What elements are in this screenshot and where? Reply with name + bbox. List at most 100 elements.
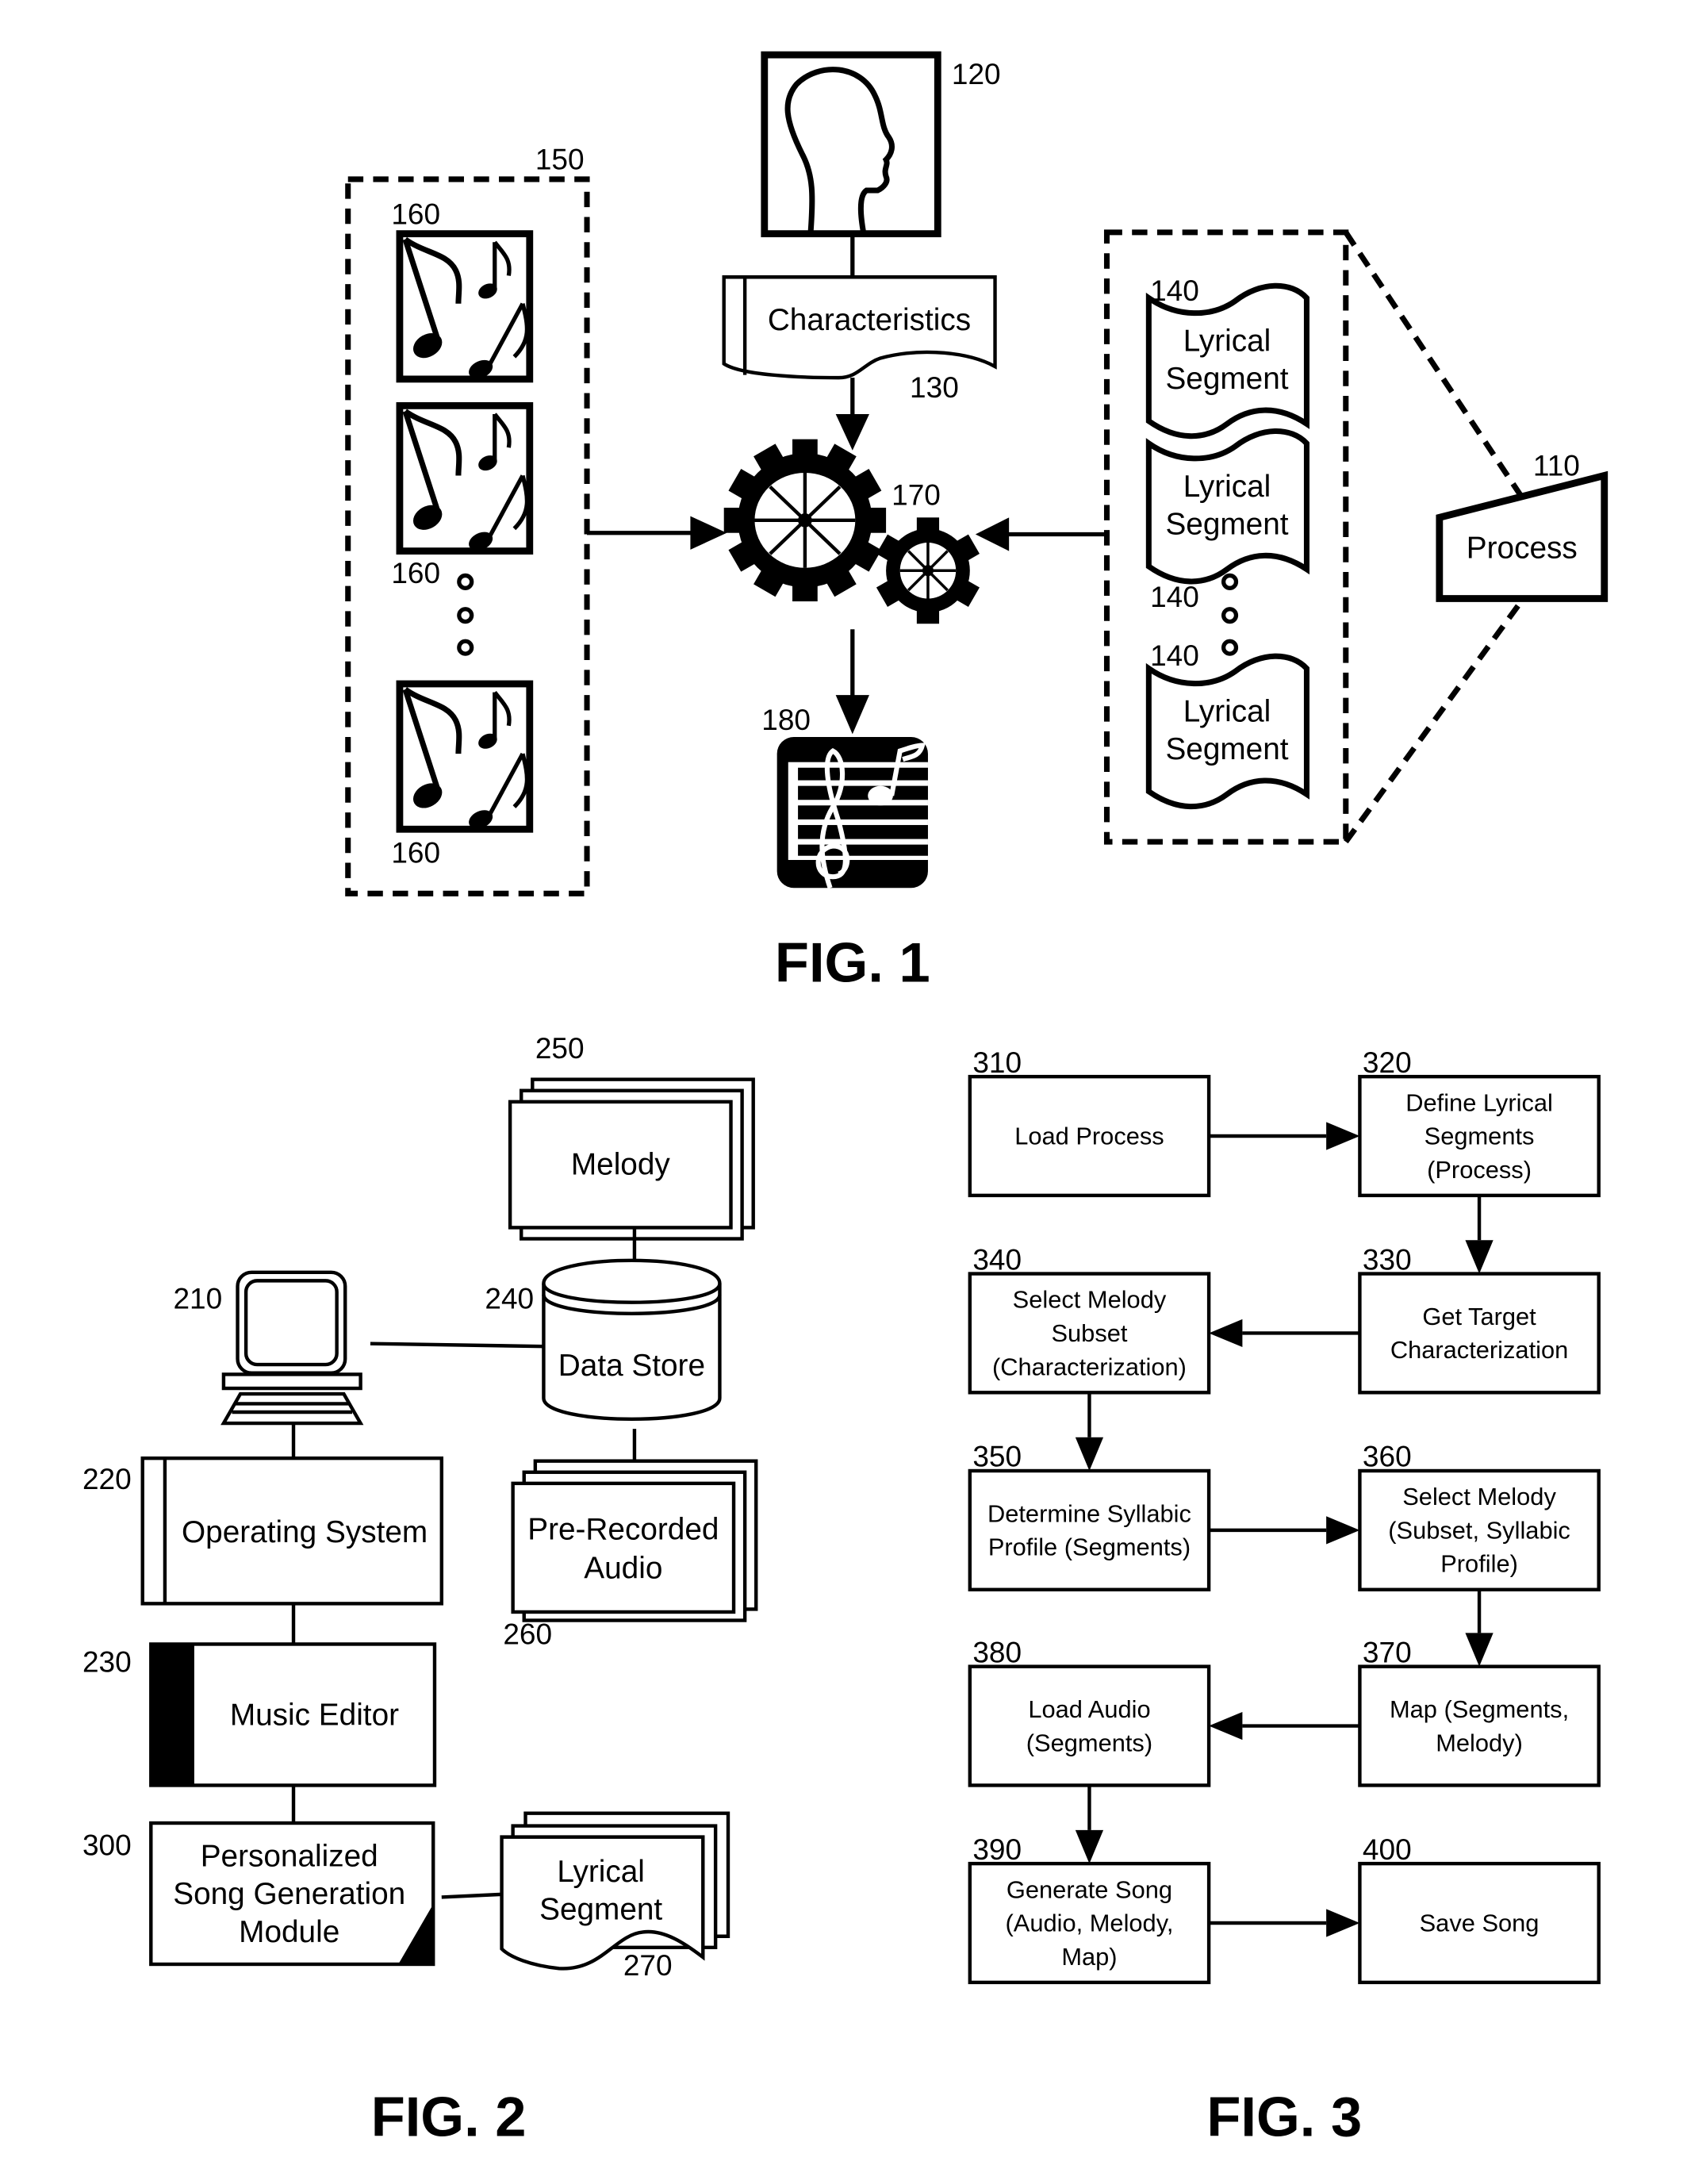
arrow-melodies-to-engine xyxy=(690,516,727,550)
melody-item xyxy=(396,401,534,554)
lyrical-segment-item: Lyrical Segment xyxy=(1148,431,1306,581)
figure-1: 120 Characteristics 130 150 160 160 160 … xyxy=(345,51,1609,993)
lyrical-collection: Lyrical Segment 140 Lyrical Segment 140 … xyxy=(1103,229,1349,845)
operating-system-label: Operating System xyxy=(182,1515,428,1549)
flow-arrow xyxy=(1209,1909,1360,1937)
computer-icon xyxy=(220,1270,364,1426)
ref-360: 360 xyxy=(1363,1441,1412,1473)
music-editor-label: Music Editor xyxy=(230,1698,399,1733)
fig2-caption: FIG. 2 xyxy=(371,2086,527,2148)
flow-arrow xyxy=(1075,1392,1104,1471)
ref-230: 230 xyxy=(82,1646,132,1679)
ref-370: 370 xyxy=(1363,1636,1412,1668)
person-node: 120 xyxy=(761,51,1001,238)
ellipsis-dots xyxy=(457,573,474,656)
music-editor-node: Music Editor xyxy=(149,1642,437,1787)
flow-step-label: Select Melody xyxy=(1013,1286,1167,1314)
ref-160: 160 xyxy=(391,837,440,869)
flow-step-label: Load Process xyxy=(1014,1123,1164,1150)
data-store-label: Data Store xyxy=(558,1349,705,1383)
flow-step-box xyxy=(1358,1272,1601,1395)
lyrical-segment-item: Lyrical Segment xyxy=(1148,286,1306,436)
lyrical-segment-item: Lyrical Segment xyxy=(1148,656,1306,806)
flow-step-label: Profile) xyxy=(1440,1550,1518,1578)
flow-arrow xyxy=(1209,1318,1360,1348)
flow-step-label: Profile (Segments) xyxy=(988,1533,1191,1561)
flow-arrow xyxy=(1209,1711,1360,1741)
characteristics-node: Characteristics 130 xyxy=(722,275,997,404)
ref-240: 240 xyxy=(485,1283,534,1315)
melody-item xyxy=(396,230,534,382)
ref-140: 140 xyxy=(1150,639,1199,672)
flow-step-label: (Characterization) xyxy=(992,1353,1187,1380)
lyrical-segment-label-1: Lyrical xyxy=(557,1855,645,1889)
melody-label: Melody xyxy=(571,1147,671,1181)
ref-400: 400 xyxy=(1363,1833,1412,1866)
flow-step-label: (Subset, Syllabic xyxy=(1388,1516,1570,1544)
ellipsis-dots xyxy=(1221,573,1239,656)
flow-step-360: 360 Select Melody (Subset, Syllabic Profile… xyxy=(1358,1441,1601,1591)
data-store-cylinder: Data Store xyxy=(542,1258,722,1422)
flow-step-label: Get Target xyxy=(1422,1303,1536,1330)
flow-step-label: Generate Song xyxy=(1007,1875,1172,1903)
sheet-music-icon xyxy=(776,736,928,889)
person-frame xyxy=(761,51,941,238)
flow-step-380: 380Load Audio (Segments) xyxy=(968,1636,1211,1787)
melody-stack: Melody xyxy=(508,1080,753,1239)
arrow-lyrics-to-engine xyxy=(975,517,1010,551)
process-node: Process 110 xyxy=(1436,449,1609,602)
flow-step-box xyxy=(968,1468,1211,1591)
flow-step-340: 340 Select Melody Subset (Characterization) xyxy=(968,1243,1211,1395)
flow-step-label: Determine Syllabic xyxy=(987,1499,1191,1527)
melody-item xyxy=(396,680,534,832)
ref-140: 140 xyxy=(1150,581,1199,613)
arrow-engine-to-song xyxy=(835,695,869,735)
ref-310: 310 xyxy=(972,1046,1022,1079)
ref-250: 250 xyxy=(535,1032,585,1065)
flow-step-label: Melody) xyxy=(1436,1729,1523,1756)
svg-text:Lyrical: Lyrical xyxy=(1183,324,1271,359)
fig1-caption: FIG. 1 xyxy=(775,931,930,993)
flow-step-label: Segments xyxy=(1425,1123,1535,1150)
ref-160: 160 xyxy=(391,557,440,589)
ref-130: 130 xyxy=(910,371,959,404)
flow-arrow xyxy=(1465,1589,1494,1667)
flow-step-label: Select Melody xyxy=(1402,1483,1556,1510)
svg-text:Segment: Segment xyxy=(1165,507,1288,541)
flow-arrow xyxy=(1075,1785,1104,1864)
flow-step-400: 400 Save Song xyxy=(1358,1833,1601,1985)
flow-step-label: Map (Segments, xyxy=(1390,1695,1569,1723)
lyrical-segment-stack: Lyrical Segment xyxy=(500,1811,730,1971)
song-module-label-1: Personalized xyxy=(201,1840,378,1874)
figure-3: 310 Load Process 320 Define Lyrical Segments… xyxy=(968,1046,1601,1985)
flow-step-box xyxy=(968,1664,1211,1787)
ref-320: 320 xyxy=(1363,1046,1412,1079)
ref-340: 340 xyxy=(972,1243,1022,1276)
flow-step-label: Map) xyxy=(1061,1943,1117,1971)
ref-120: 120 xyxy=(952,58,1001,90)
patent-drawing-sheet: 120 Characteristics 130 150 160 160 160 … xyxy=(82,51,1609,2148)
ref-140: 140 xyxy=(1150,274,1199,307)
flow-arrow xyxy=(1465,1195,1494,1274)
process-label: Process xyxy=(1467,531,1578,565)
flow-step-label: (Process) xyxy=(1427,1156,1532,1184)
flow-step-label: (Audio, Melody, xyxy=(1006,1910,1174,1937)
svg-text:Lyrical: Lyrical xyxy=(1183,470,1271,504)
song-generation-module-node: Personalized Song Generation Module xyxy=(149,1821,435,1967)
svg-text:Segment: Segment xyxy=(1165,732,1288,766)
song-module-label-2: Song Generation xyxy=(173,1877,405,1911)
song-module-label-3: Module xyxy=(239,1915,339,1949)
prerecorded-audio-label-2: Audio xyxy=(584,1552,662,1586)
ref-180: 180 xyxy=(761,704,811,736)
ref-390: 390 xyxy=(972,1833,1022,1866)
lyrical-segment-label-2: Segment xyxy=(539,1893,662,1927)
flow-step-label: Save Song xyxy=(1420,1910,1540,1937)
flow-step-label: Load Audio xyxy=(1028,1695,1150,1723)
ref-170: 170 xyxy=(892,478,941,511)
flow-step-label: Define Lyrical xyxy=(1405,1088,1553,1116)
connector-computer-datastore xyxy=(370,1341,544,1349)
svg-text:Segment: Segment xyxy=(1165,362,1288,396)
flow-step-320: 320 Define Lyrical Segments (Process) xyxy=(1358,1046,1601,1198)
ref-110: 110 xyxy=(1533,449,1580,482)
characteristics-label: Characteristics xyxy=(768,303,971,337)
